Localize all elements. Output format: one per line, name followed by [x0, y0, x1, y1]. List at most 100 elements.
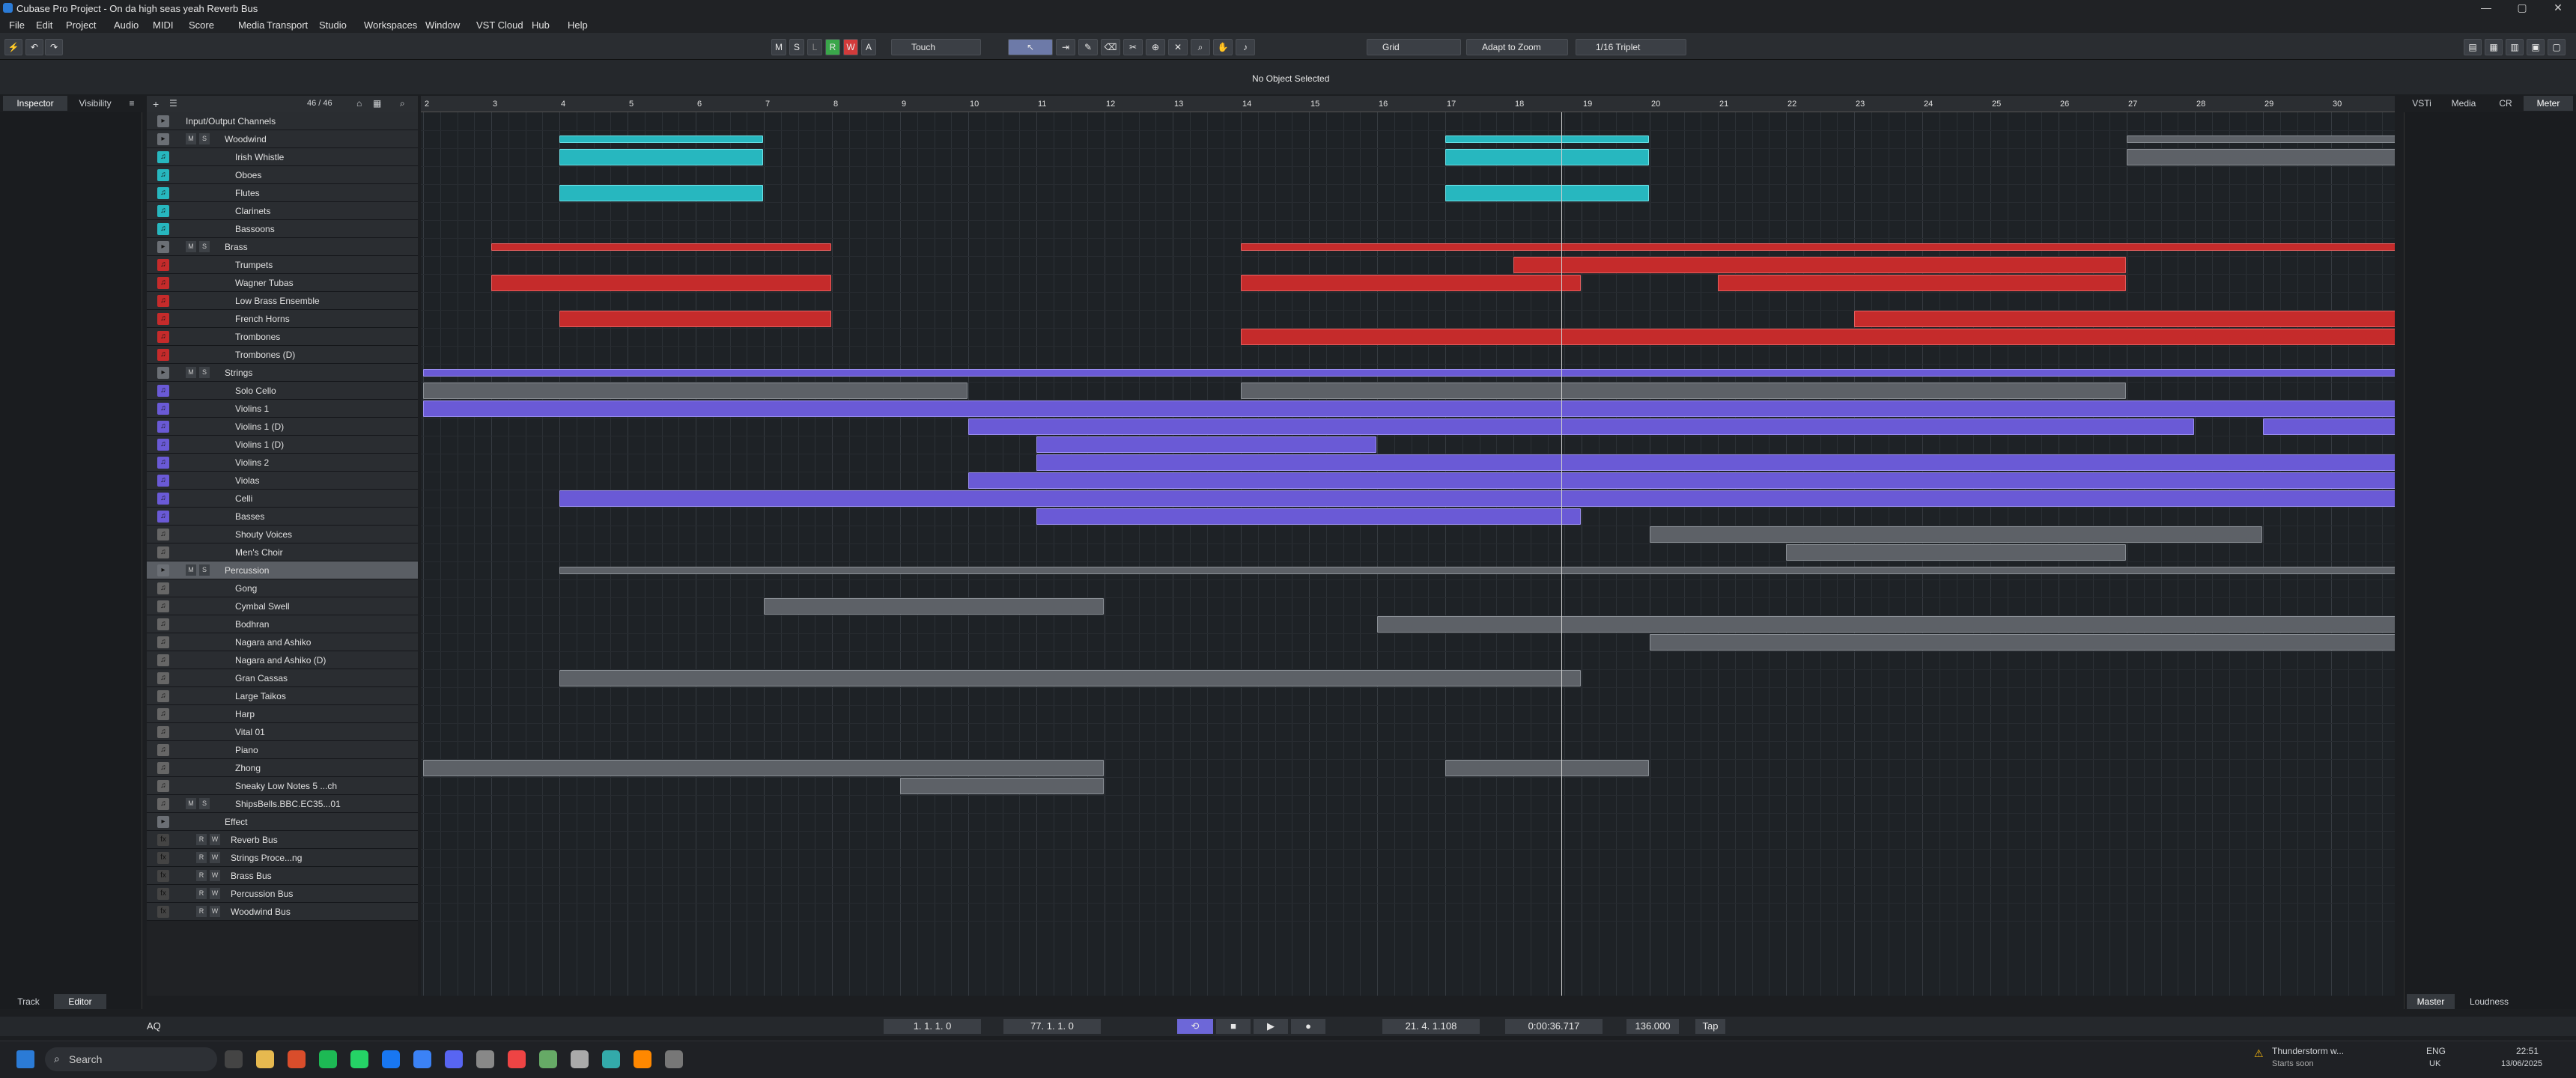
write-automation-toggle[interactable]: W [210, 852, 220, 863]
tab-track[interactable]: Track [6, 994, 51, 1009]
taskbar-app-icon[interactable] [634, 1050, 651, 1068]
track-row[interactable]: ♫ Piano [147, 741, 418, 759]
midi-part[interactable] [1650, 526, 2262, 543]
read-automation-toggle[interactable]: R [196, 834, 207, 845]
taskbar-app-icon[interactable] [445, 1050, 463, 1068]
track-row[interactable]: ♫ Bassoons [147, 220, 418, 238]
track-row[interactable]: ♫ Large Taikos [147, 687, 418, 705]
tab-master[interactable]: Master [2407, 994, 2455, 1009]
midi-part[interactable] [1718, 275, 2126, 291]
menu-studio[interactable]: Studio [319, 19, 347, 31]
tap-tempo-button[interactable]: Tap [1695, 1019, 1725, 1034]
tab-media[interactable]: Media [2441, 96, 2486, 111]
taskbar-search-box[interactable]: ⌕ Search [45, 1047, 217, 1071]
midi-part[interactable] [1036, 508, 1581, 525]
menu-file[interactable]: File [9, 19, 25, 31]
track-row[interactable]: ♫ Trombones [147, 328, 418, 346]
folder-part[interactable] [2127, 135, 2395, 143]
track-row[interactable]: ♫ Nagara and Ashiko [147, 633, 418, 651]
track-row[interactable]: fx R W Percussion Bus [147, 885, 418, 903]
midi-part[interactable] [968, 418, 2194, 435]
midi-part[interactable] [2263, 418, 2395, 435]
folder-part[interactable] [1241, 243, 2395, 251]
menu-edit[interactable]: Edit [36, 19, 52, 31]
track-row[interactable]: fx R W Woodwind Bus [147, 903, 418, 921]
solo-toggle[interactable]: S [199, 564, 210, 576]
pencil-tool-icon[interactable]: ✎ [1078, 39, 1098, 55]
track-row[interactable]: fx R W Reverb Bus [147, 831, 418, 849]
midi-part[interactable] [559, 149, 763, 165]
midi-part[interactable] [1377, 616, 2395, 633]
taskbar-app-icon[interactable] [476, 1050, 494, 1068]
track-row[interactable]: ♫ Zhong [147, 759, 418, 777]
menu-help[interactable]: Help [568, 19, 588, 31]
menu-vst-cloud[interactable]: VST Cloud [476, 19, 523, 31]
stop-button[interactable]: ■ [1216, 1019, 1251, 1034]
mute-tool-icon[interactable]: ✕ [1168, 39, 1188, 55]
track-row[interactable]: ♫ Men's Choir [147, 543, 418, 561]
write-automation-toggle[interactable]: W [210, 906, 220, 917]
midi-part[interactable] [1036, 454, 2395, 471]
position-time[interactable]: 0:00:36.717 [1505, 1019, 1603, 1034]
midi-part[interactable] [764, 598, 1104, 615]
read-automation-toggle[interactable]: R [196, 870, 207, 881]
play-button[interactable]: ▶ [1254, 1019, 1288, 1034]
track-row[interactable]: fx R W Brass Bus [147, 867, 418, 885]
grid-type-select[interactable]: Adapt to Zoom [1466, 39, 1568, 55]
track-row[interactable]: ♫ Gran Cassas [147, 669, 418, 687]
weather-icon[interactable]: ⚠ [2254, 1047, 2264, 1060]
left-zone-menu-icon[interactable]: ≡ [124, 96, 139, 111]
folder-part[interactable] [423, 369, 2395, 377]
range-tool-icon[interactable]: ⇥ [1056, 39, 1075, 55]
menu-project[interactable]: Project [66, 19, 96, 31]
folder-part[interactable] [1445, 135, 1649, 143]
solo-toggle[interactable]: S [199, 798, 210, 809]
midi-part[interactable] [559, 670, 1581, 686]
track-row[interactable]: ♫ Sneaky Low Notes 5 ...ch [147, 777, 418, 795]
timeline-ruler[interactable]: 2 3 4 5 6 7 8 9 10 11 12 13 14 15 16 17 18 19 20 21 22 23 24 25… [421, 96, 2395, 112]
tab-visibility[interactable]: Visibility [69, 96, 121, 111]
maximize-button[interactable]: ▢ [2507, 1, 2537, 15]
taskbar-app-icon[interactable] [602, 1050, 620, 1068]
track-row[interactable]: ♫ Violins 1 (D) [147, 418, 418, 436]
track-row[interactable]: ♫ Nagara and Ashiko (D) [147, 651, 418, 669]
visibility-icon[interactable]: ▦ [373, 98, 381, 109]
menu-hub[interactable]: Hub [532, 19, 550, 31]
tab-meter[interactable]: Meter [2524, 96, 2573, 111]
erase-tool-icon[interactable]: ⌫ [1101, 39, 1120, 55]
solo-toggle[interactable]: S [199, 367, 210, 378]
track-row[interactable]: ♫ Bodhran [147, 615, 418, 633]
menu-audio[interactable]: Audio [114, 19, 139, 31]
search-icon[interactable]: ⌕ [400, 98, 405, 109]
track-row[interactable]: ♫ Basses [147, 508, 418, 526]
track-row[interactable]: ▸ Effect [147, 813, 418, 831]
midi-part[interactable] [1650, 634, 2395, 651]
record-button[interactable]: ● [1291, 1019, 1325, 1034]
solo-toggle[interactable]: S [199, 133, 210, 144]
menu-midi[interactable]: MIDI [153, 19, 173, 31]
midi-part[interactable] [900, 778, 1104, 794]
split-tool-icon[interactable]: ✂ [1123, 39, 1143, 55]
folder-part[interactable] [559, 567, 2395, 574]
track-row[interactable]: ♫ Flutes [147, 184, 418, 202]
track-row[interactable]: ▸ M S Brass [147, 238, 418, 256]
midi-part[interactable] [1854, 311, 2395, 327]
tempo-value[interactable]: 136.000 [1626, 1019, 1679, 1034]
track-row[interactable]: ♫ Low Brass Ensemble [147, 292, 418, 310]
taskbar-app-icon[interactable] [382, 1050, 400, 1068]
audio-quantize-button[interactable]: AQ [147, 1019, 169, 1034]
write-automation-toggle[interactable]: W [210, 834, 220, 845]
automation-mode-select[interactable]: Touch [891, 39, 981, 55]
taskbar-app-icon[interactable] [350, 1050, 368, 1068]
write-button[interactable]: W [843, 39, 858, 55]
menu-workspaces[interactable]: Workspaces [364, 19, 417, 31]
midi-part[interactable] [2127, 149, 2395, 165]
midi-part[interactable] [1036, 436, 1376, 453]
menu-transport[interactable]: Transport [267, 19, 308, 31]
mute-toggle[interactable]: M [186, 133, 196, 144]
snap-type-select[interactable]: Grid [1367, 39, 1461, 55]
midi-part[interactable] [559, 185, 763, 201]
midi-part[interactable] [1445, 185, 1649, 201]
tab-editor[interactable]: Editor [54, 994, 106, 1009]
speaker-tool-icon[interactable]: ♪ [1236, 39, 1255, 55]
